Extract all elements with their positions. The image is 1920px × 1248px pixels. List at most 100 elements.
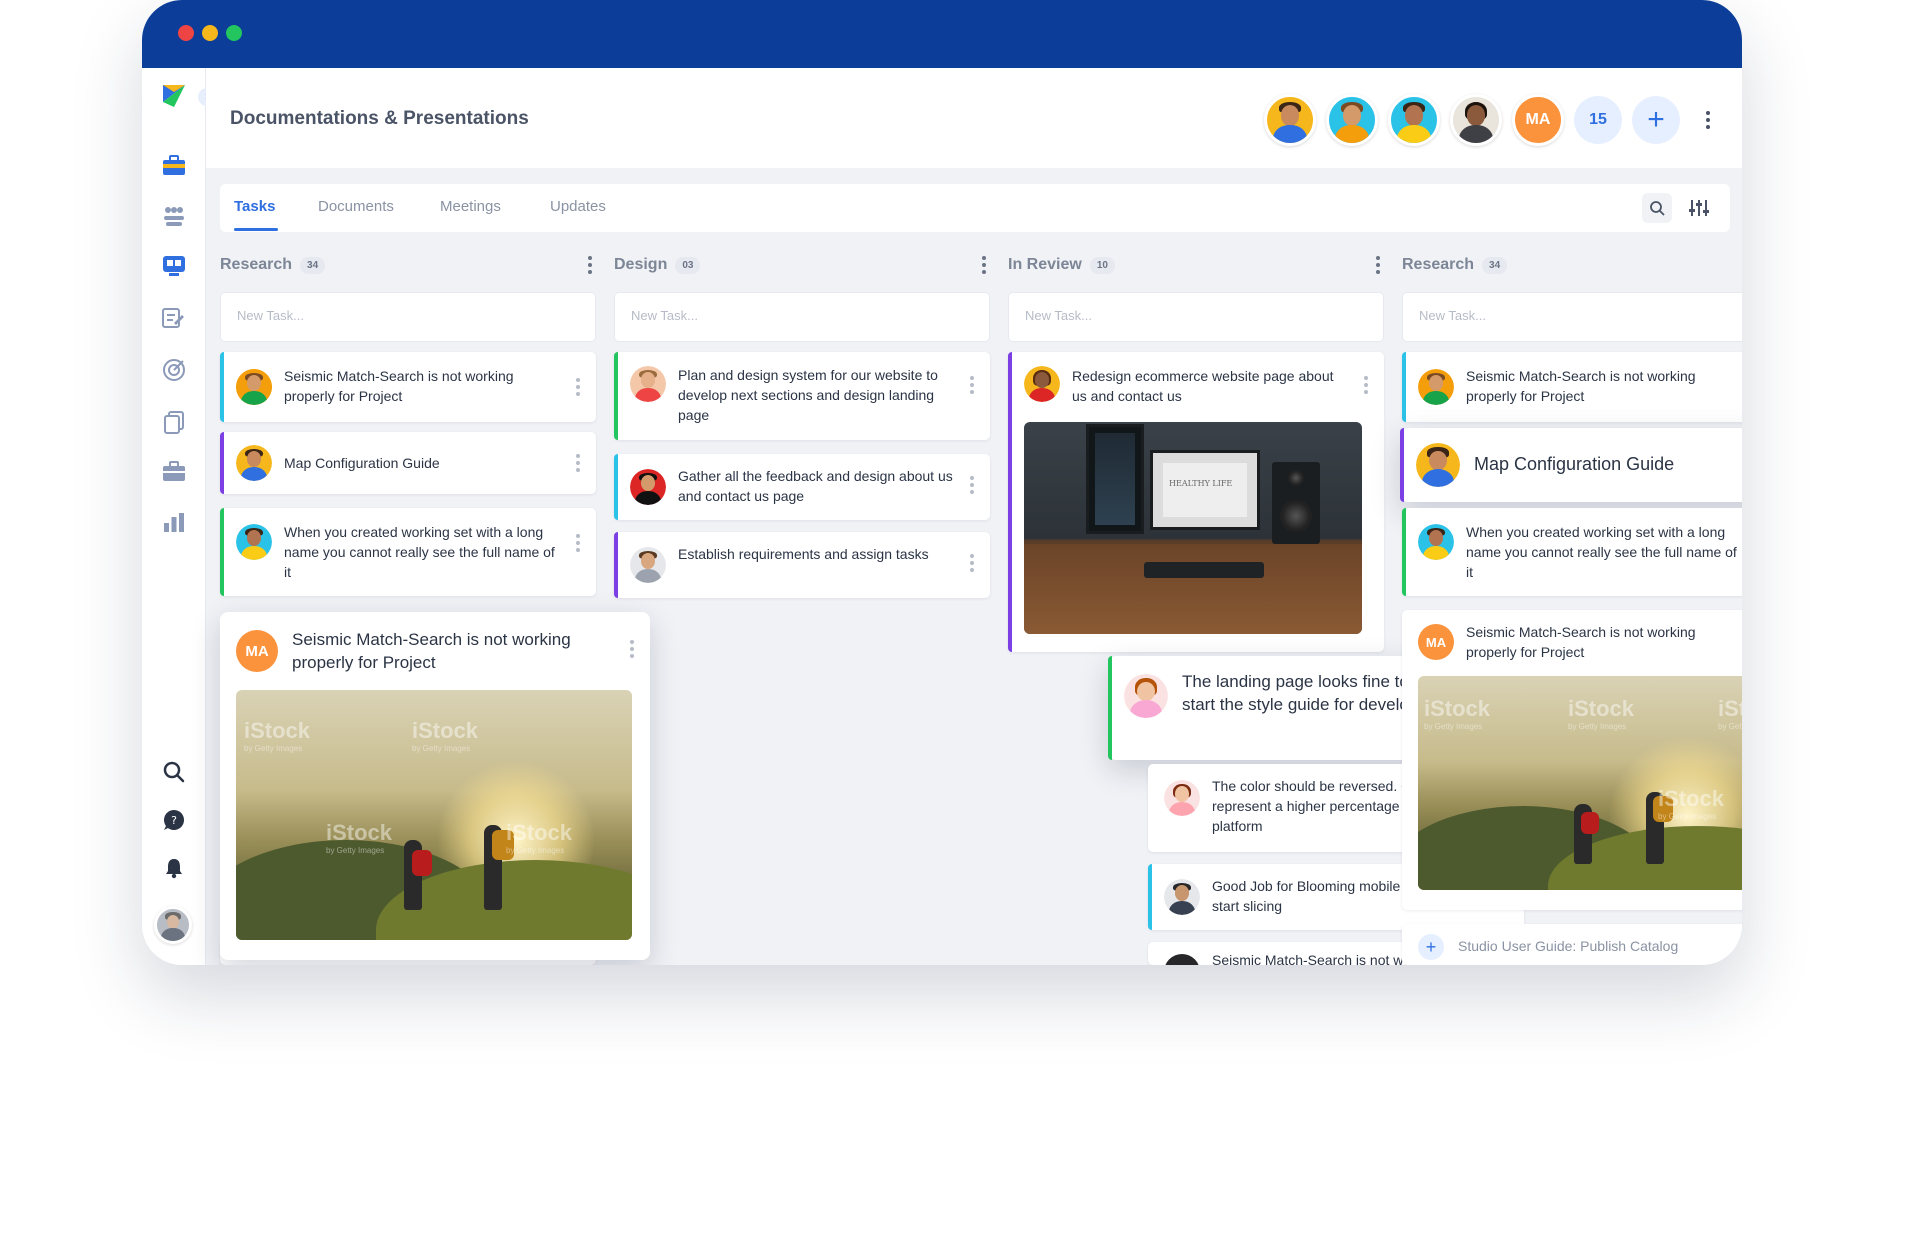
task-title: Seismic Match-Search is not working prop… [1466, 368, 1696, 404]
task-card[interactable]: Seismic Match-Search is not working prop… [220, 352, 596, 422]
edit-document-icon[interactable] [160, 304, 188, 332]
card-more-icon[interactable] [1362, 376, 1370, 394]
tab-tasks[interactable]: Tasks [234, 198, 275, 215]
briefcase-color-icon[interactable] [160, 152, 188, 180]
maximize-window-dot[interactable] [226, 25, 242, 41]
task-card[interactable]: Redesign ecommerce website page about us… [1008, 352, 1384, 652]
target-icon[interactable] [160, 356, 188, 384]
new-task-input[interactable]: New Task... [614, 292, 990, 342]
task-title: Establish requirements and assign tasks [678, 546, 929, 562]
photo-watermark: iStockby Getty Images [326, 820, 393, 855]
new-task-input[interactable]: New Task... [1008, 292, 1384, 342]
card-accent [614, 532, 618, 598]
analytics-icon[interactable] [160, 508, 188, 536]
briefcase-icon[interactable] [160, 458, 188, 486]
task-card[interactable]: Map Configuration Guide [220, 432, 596, 494]
column-count-badge: 10 [1089, 256, 1115, 274]
task-card[interactable]: When you created working set with a long… [1402, 508, 1742, 596]
card-more-icon[interactable] [574, 534, 582, 552]
task-title: Redesign ecommerce website page about us… [1072, 368, 1334, 404]
assignee-avatar [236, 445, 272, 481]
documents-icon[interactable] [160, 408, 188, 436]
task-title: Map Configuration Guide [284, 455, 440, 471]
column-more-icon[interactable] [586, 256, 594, 274]
task-card[interactable]: Plan and design system for our website t… [614, 352, 990, 440]
tab-documents[interactable]: Documents [318, 198, 394, 215]
column-in-review: In Review 10 New Task... [1008, 248, 1384, 342]
column-header: Research 34 [1402, 248, 1742, 282]
filter-button[interactable] [1684, 193, 1714, 223]
board-icon[interactable] [160, 252, 188, 280]
card-more-icon[interactable] [574, 378, 582, 396]
assignee-avatar [1024, 366, 1060, 402]
card-more-icon[interactable] [968, 376, 976, 394]
card-more-icon[interactable] [574, 454, 582, 472]
plus-icon: + [1647, 103, 1665, 136]
column-more-icon[interactable] [1374, 256, 1382, 274]
task-card[interactable]: Establish requirements and assign tasks [614, 532, 990, 598]
column-title: Research [220, 256, 293, 273]
column-title: In Review [1008, 256, 1082, 273]
search-icon[interactable] [160, 758, 188, 786]
photo-watermark: iStockby Getty Images [1568, 696, 1635, 731]
column-research: Research 34 New Task... [220, 248, 596, 342]
task-title: When you created working set with a long… [1466, 524, 1737, 580]
search-icon [1650, 201, 1665, 216]
task-card[interactable]: Seismic Match-Search is not working prop… [1402, 352, 1742, 422]
card-accent [1400, 428, 1404, 502]
assignee-avatar [1416, 443, 1460, 487]
minimize-window-dot[interactable] [202, 25, 218, 41]
column-count-badge: 34 [1482, 256, 1508, 274]
board-search-button[interactable] [1642, 193, 1672, 223]
task-title: When you created working set with a long… [284, 524, 555, 580]
workstation-photo: HEALTHY LIFE [1024, 422, 1362, 634]
assignee-avatar [1418, 524, 1454, 560]
app-logo-icon[interactable] [160, 82, 188, 110]
user-profile-avatar[interactable] [154, 906, 192, 944]
close-window-dot[interactable] [178, 25, 194, 41]
dragged-task-card[interactable]: MA Seismic Match-Search is not working p… [220, 612, 650, 960]
assignee-avatar [630, 469, 666, 505]
assignee-avatar [1164, 954, 1200, 965]
task-card[interactable]: Gather all the feedback and design about… [614, 454, 990, 520]
task-title: Map Configuration Guide [1474, 454, 1675, 474]
member-avatar[interactable] [1450, 94, 1502, 146]
plus-icon: + [1418, 934, 1444, 960]
member-avatar[interactable] [1326, 94, 1378, 146]
more-members-count[interactable]: 15 [1574, 96, 1622, 144]
member-avatar[interactable] [1388, 94, 1440, 146]
tab-updates[interactable]: Updates [550, 198, 606, 215]
column-header: In Review 10 [1008, 248, 1384, 282]
member-avatar[interactable] [1264, 94, 1316, 146]
dragged-task-card[interactable]: Map Configuration Guide [1400, 428, 1742, 502]
task-title: Plan and design system for our website t… [678, 367, 938, 423]
notification-bell-icon[interactable] [160, 854, 188, 882]
hiking-photo: iStock by Getty Images iStock by Getty Ima… [1418, 676, 1742, 890]
assignee-avatar [630, 366, 666, 402]
card-more-icon[interactable] [628, 640, 636, 658]
header-more-icon[interactable] [1704, 111, 1712, 129]
card-accent [220, 508, 224, 596]
task-card[interactable]: + Studio User Guide: Publish Catalog [1402, 924, 1742, 965]
column-title: Design [614, 256, 668, 273]
assignee-avatar [1418, 369, 1454, 405]
card-more-icon[interactable] [968, 476, 976, 494]
task-card[interactable]: MA Seismic Match-Search is not working p… [1402, 610, 1742, 910]
task-card[interactable]: When you created working set with a long… [220, 508, 596, 596]
team-icon[interactable] [160, 202, 188, 230]
assignee-avatar [630, 547, 666, 583]
column-more-icon[interactable] [980, 256, 988, 274]
tab-meetings[interactable]: Meetings [440, 198, 501, 215]
card-more-icon[interactable] [968, 554, 976, 572]
active-tab-indicator [234, 228, 278, 231]
member-list: MA 15 + [1264, 94, 1712, 146]
card-accent [220, 432, 224, 494]
member-initials-avatar[interactable]: MA [1512, 94, 1564, 146]
column-count-badge: 34 [300, 256, 326, 274]
help-icon[interactable]: ? [160, 806, 188, 834]
new-task-input[interactable]: New Task... [1402, 292, 1742, 342]
task-title: Gather all the feedback and design about… [678, 468, 953, 504]
new-task-input[interactable]: New Task... [220, 292, 596, 342]
title-bar [142, 0, 1742, 68]
add-member-button[interactable]: + [1632, 96, 1680, 144]
